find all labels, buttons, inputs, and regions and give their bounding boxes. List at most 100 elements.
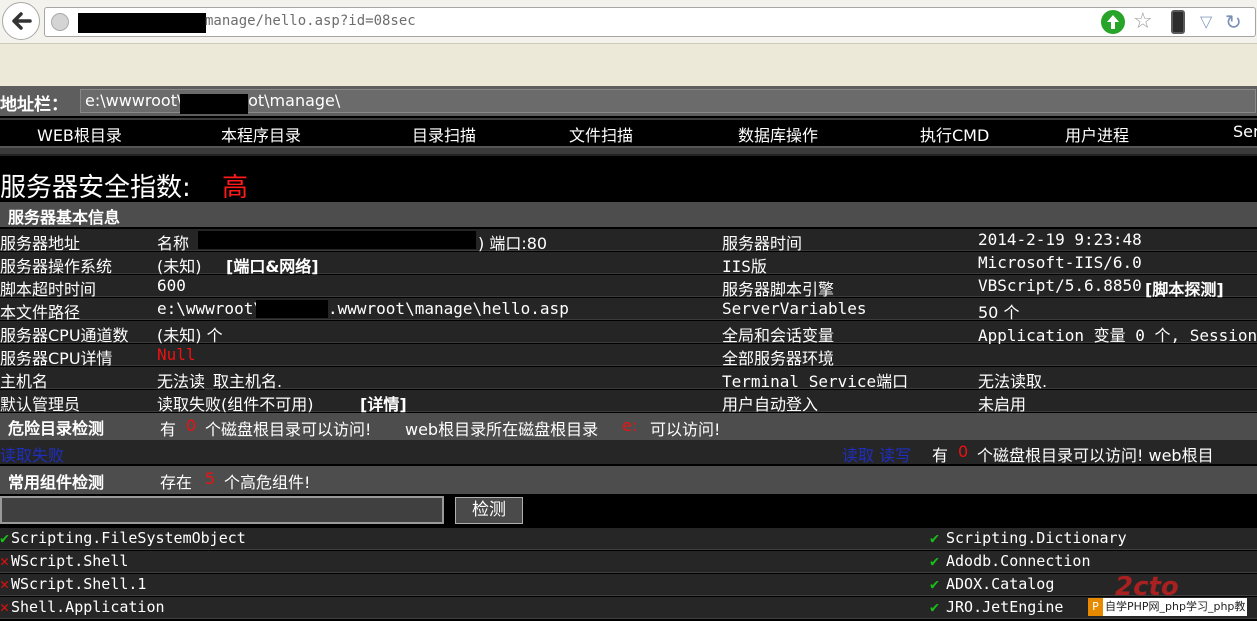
nav-web-root[interactable]: WEB根目录 [37, 122, 122, 146]
address-input[interactable]: e:\wwwroot\ \wwwroot\manage\ [80, 89, 1256, 113]
address-label: 地址栏： [0, 95, 68, 115]
info-value: (未知) 个 [157, 326, 223, 345]
danger-drive: e: [622, 416, 638, 435]
info-key: 服务器CPU通道数 [0, 326, 129, 345]
go-icon[interactable] [1101, 10, 1125, 34]
info-key: Terminal Service端口 [722, 372, 909, 391]
info-key: ServerVariables [722, 299, 867, 318]
info-key: 服务器脚本引擎 [722, 280, 835, 299]
info-value-extra: ) 端口:80 [478, 234, 548, 253]
back-arrow-icon [12, 12, 32, 30]
component-name: WScript.Shell.1 [11, 575, 147, 593]
nav-processes[interactable]: 用户进程 [1065, 122, 1129, 146]
danger-pre: 有 [160, 420, 177, 439]
danger-row2-text: 个磁盘根目录可以访问! web根目 [977, 446, 1214, 465]
check-icon: ✔ [930, 575, 940, 593]
danger-count: 0 [186, 416, 197, 435]
info-key: 全局和会话变量 [722, 326, 835, 345]
server-name-redaction [198, 231, 476, 249]
read-write-links[interactable]: 读取 读写 [842, 442, 911, 466]
info-row: 脚本超时时间 600 服务器脚本引擎 VBScript/5.6.8850 [脚本… [0, 275, 1257, 300]
up-arrow-icon [1107, 15, 1119, 29]
info-key: 服务器CPU详情 [0, 349, 113, 368]
info-row: 服务器CPU详情 Null 全部服务器环境 [0, 344, 1257, 368]
nav-database[interactable]: 数据库操作 [738, 122, 818, 146]
nav-dir-scan[interactable]: 目录扫描 [412, 122, 476, 146]
danger-post: 可以访问! [650, 420, 721, 439]
cross-icon: ✕ [0, 598, 10, 616]
component-row: ✕ Shell.Application ✔ JRO.JetEngine [0, 597, 1257, 619]
danger-row2-pre: 有 [932, 446, 949, 465]
nav-cmd[interactable]: 执行CMD [920, 122, 989, 146]
check-row: 检测 [0, 494, 1257, 528]
nav-program-dir[interactable]: 本程序目录 [221, 122, 301, 146]
details-link[interactable]: [详情] [360, 391, 407, 415]
component-row: ✔ Scripting.FileSystemObject ✔ Scripting… [0, 528, 1257, 550]
info-value: e:\wwwroot\ [157, 299, 263, 318]
info-value: 未启用 [978, 395, 1027, 414]
nav-server[interactable]: Ser [1233, 122, 1257, 141]
path-redaction [256, 300, 328, 318]
check-icon: ✔ [930, 552, 940, 570]
info-key: 主机名 [0, 372, 49, 391]
component-name: WScript.Shell [11, 552, 129, 570]
component-row: ✕ WScript.Shell ✔ Adodb.Connection [0, 551, 1257, 573]
globe-icon [51, 13, 69, 31]
browser-chrome: manage/hello.asp?id=08sec ☆ ▽ ↻ [0, 0, 1257, 86]
components-post: 个高危组件! [224, 473, 311, 492]
info-value: Application 变量 0 个, Session [978, 326, 1257, 345]
info-row: 本文件路径 e:\wwwroot\ .wwwroot\manage\hello.… [0, 298, 1257, 322]
info-row: 默认管理员 读取失败(组件不可用) [详情] 用户自动登入 未启用 [0, 390, 1257, 415]
info-value: Microsoft-IIS/6.0 [978, 253, 1142, 272]
components-pre: 存在 [160, 473, 193, 492]
info-key: 用户自动登入 [722, 395, 819, 414]
component-name: Shell.Application [11, 598, 165, 616]
check-icon: ✔ [0, 529, 10, 547]
danger-title: 危险目录检测 [8, 419, 105, 438]
watermark-text: 自学PHP网_php学习_php教 [1103, 598, 1248, 616]
component-name: Scripting.FileSystemObject [11, 529, 246, 547]
info-key: 本文件路径 [0, 303, 81, 322]
info-row: 服务器CPU通道数 (未知) 个 全局和会话变量 Application 变量 … [0, 321, 1257, 345]
info-value-null: Null [157, 345, 196, 364]
info-key: 服务器操作系统 [0, 257, 113, 276]
info-value: 无法读_取主机名. [157, 372, 283, 391]
danger-web: web根目录所在磁盘根目录 [405, 420, 599, 439]
cross-icon: ✕ [0, 575, 10, 593]
back-button[interactable] [2, 2, 40, 40]
star-icon[interactable]: ☆ [1133, 8, 1153, 36]
check-icon: ✔ [930, 529, 940, 547]
info-value: 600 [157, 276, 186, 295]
watermark-p-icon: P [1088, 598, 1103, 616]
watermark: 2cto P 自学PHP网_php学习_php教 [1085, 572, 1257, 621]
basic-info-title: 服务器基本信息 [8, 208, 121, 227]
danger-mid: 个磁盘根目录可以访问! [205, 420, 372, 439]
nav-bar: WEB根目录 本程序目录 目录扫描 文件扫描 数据库操作 执行CMD 用户进程 … [0, 118, 1257, 145]
nav-file-scan[interactable]: 文件扫描 [569, 122, 633, 146]
read-fail-link[interactable]: 读取失败 [0, 442, 64, 466]
info-key: 服务器时间 [722, 234, 803, 253]
cross-icon: ✕ [0, 552, 10, 570]
chevron-down-icon[interactable]: ▽ [1200, 8, 1212, 36]
basic-info-header: 服务器基本信息 [0, 202, 1257, 227]
reload-icon[interactable]: ↻ [1225, 8, 1242, 36]
info-key: 服务器地址 [0, 234, 81, 253]
component-input[interactable] [0, 496, 444, 524]
info-value: 50 个 [978, 303, 1020, 322]
info-key: 全部服务器环境 [722, 349, 835, 368]
url-text[interactable]: manage/hello.asp?id=08sec [205, 13, 416, 29]
info-value: 读取失败(组件不可用) [157, 395, 314, 414]
info-value: (未知) [157, 257, 202, 276]
port-network-link[interactable]: [端口&网络] [226, 253, 319, 277]
component-name: Scripting.Dictionary [946, 529, 1127, 547]
phone-icon[interactable] [1171, 10, 1185, 34]
script-probe-link[interactable]: [脚本探测] [1145, 276, 1224, 300]
security-row: 服务器安全指数: 高 [0, 165, 1257, 203]
danger-header: 危险目录检测 有 0 个磁盘根目录可以访问! web根目录所在磁盘根目录 e: … [0, 413, 1257, 440]
info-value: 2014-2-19 9:23:48 [978, 230, 1142, 249]
check-button[interactable]: 检测 [455, 497, 523, 524]
url-bar[interactable]: manage/hello.asp?id=08sec ☆ ▽ ↻ [44, 7, 1256, 37]
component-name: ADOX.Catalog [946, 575, 1055, 593]
component-name: Adodb.Connection [946, 552, 1091, 570]
info-value: 无法读取. [978, 372, 1048, 391]
